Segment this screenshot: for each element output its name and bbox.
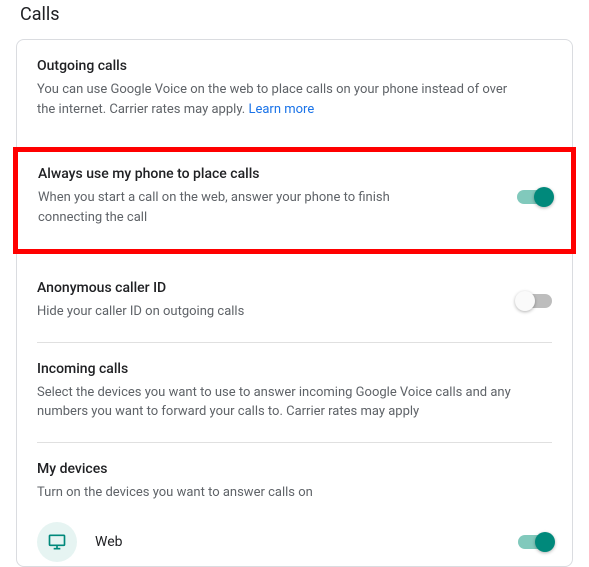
device-web-toggle[interactable] xyxy=(518,535,552,549)
monitor-icon-wrap xyxy=(37,522,77,562)
device-row: Web xyxy=(17,510,572,566)
toggle-thumb xyxy=(534,187,554,207)
outgoing-calls-desc: You can use Google Voice on the web to p… xyxy=(37,80,517,119)
incoming-calls-title: Incoming calls xyxy=(37,361,552,377)
anonymous-caller-text: Anonymous caller ID Hide your caller ID … xyxy=(37,280,498,322)
toggle-thumb xyxy=(535,532,555,552)
anonymous-caller-row: Anonymous caller ID Hide your caller ID … xyxy=(17,262,572,342)
page-title: Calls xyxy=(16,0,573,39)
incoming-calls-section: Incoming calls Select the devices you wa… xyxy=(17,343,572,442)
always-use-phone-text: Always use my phone to place calls When … xyxy=(38,166,497,227)
device-info: Web xyxy=(37,522,123,562)
incoming-calls-desc: Select the devices you want to use to an… xyxy=(37,383,517,422)
toggle-thumb xyxy=(515,291,535,311)
learn-more-link[interactable]: Learn more xyxy=(248,102,314,117)
outgoing-calls-section: Outgoing calls You can use Google Voice … xyxy=(17,40,572,139)
my-devices-section: My devices Turn on the devices you want … xyxy=(17,443,572,511)
my-devices-desc: Turn on the devices you want to answer c… xyxy=(37,483,517,503)
anonymous-caller-desc: Hide your caller ID on outgoing calls xyxy=(37,302,417,322)
outgoing-calls-title: Outgoing calls xyxy=(37,58,552,74)
calls-settings-card: Outgoing calls You can use Google Voice … xyxy=(16,39,573,567)
anonymous-caller-title: Anonymous caller ID xyxy=(37,280,498,296)
monitor-icon xyxy=(47,532,67,552)
always-use-phone-row: Always use my phone to place calls When … xyxy=(38,166,551,227)
my-devices-title: My devices xyxy=(37,461,552,477)
highlighted-setting: Always use my phone to place calls When … xyxy=(13,147,576,254)
always-use-phone-title: Always use my phone to place calls xyxy=(38,166,497,182)
device-label: Web xyxy=(95,534,123,550)
always-use-phone-desc: When you start a call on the web, answer… xyxy=(38,188,418,227)
always-use-phone-toggle[interactable] xyxy=(517,190,551,204)
anonymous-caller-toggle[interactable] xyxy=(518,294,552,308)
